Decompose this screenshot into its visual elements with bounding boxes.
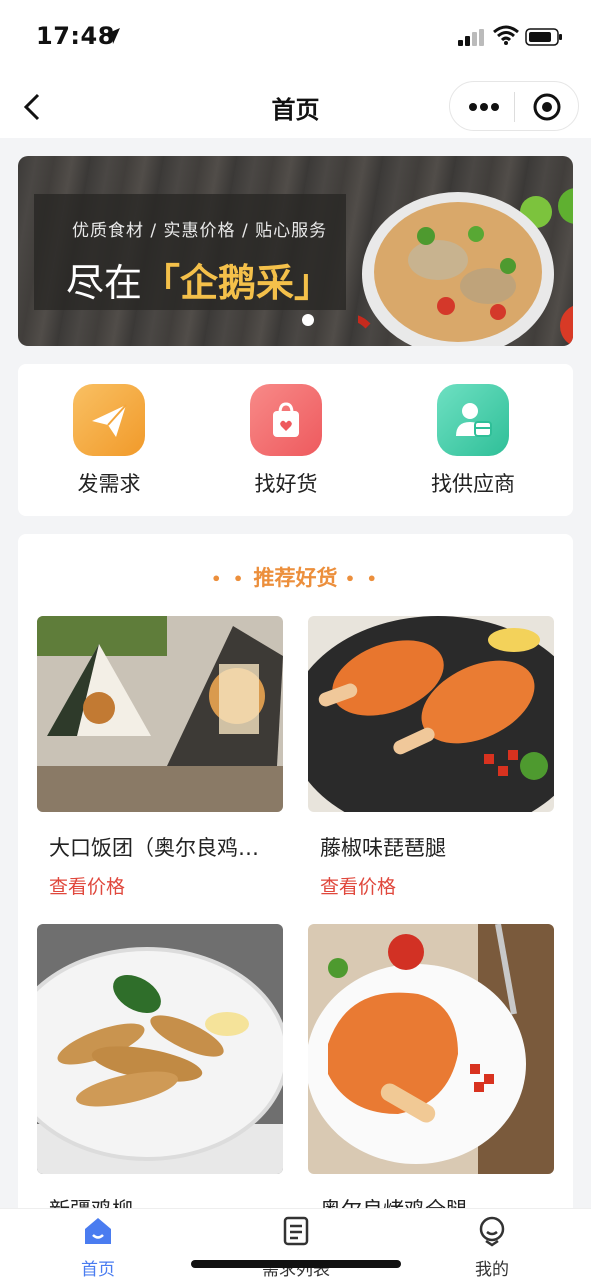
find-goods-button[interactable]: 找好货 bbox=[211, 384, 361, 504]
banner-headline-prefix: 尽在 bbox=[66, 261, 143, 305]
capsule-divider bbox=[514, 92, 515, 122]
tab-home[interactable]: 首页 bbox=[38, 1215, 158, 1280]
recommended-title: • • 推荐好货 • • bbox=[18, 562, 573, 592]
carousel-indicator[interactable] bbox=[302, 314, 314, 326]
tab-demand-list[interactable]: 需求列表 bbox=[236, 1215, 356, 1280]
tab-home-label: 首页 bbox=[81, 1260, 115, 1280]
tab-mine[interactable]: 我的 bbox=[432, 1215, 552, 1280]
location-arrow-icon bbox=[104, 28, 120, 44]
find-supplier-label: 找供应商 bbox=[431, 472, 515, 496]
cellular-signal-icon bbox=[458, 29, 484, 46]
banner-headline: 尽在「企鹅采」 bbox=[66, 252, 332, 307]
list-icon bbox=[283, 1216, 309, 1246]
wifi-icon bbox=[493, 25, 519, 45]
recommended-section: • • 推荐好货 • • 大口饭团（奥尔良鸡… 查看价格 藤椒味琵琶腿 查看价格 bbox=[18, 534, 573, 1254]
shopping-bag-icon bbox=[273, 402, 299, 437]
product-card[interactable]: 大口饭团（奥尔良鸡… 查看价格 bbox=[37, 616, 283, 899]
product-card[interactable]: 新疆鸡柳 bbox=[37, 924, 283, 1234]
post-demand-icon-tile bbox=[73, 384, 145, 456]
view-price-link[interactable]: 查看价格 bbox=[37, 872, 283, 899]
find-supplier-button[interactable]: 找供应商 bbox=[398, 384, 548, 504]
banner-headline-brand: 「企鹅采」 bbox=[142, 261, 333, 305]
banner-tagline: 优质食材 / 实惠价格 / 贴心服务 bbox=[72, 221, 328, 241]
product-card[interactable]: 奥尔良烤鸡全腿 bbox=[308, 924, 554, 1234]
quick-actions-panel: 发需求 找好货 找供应商 bbox=[18, 364, 573, 516]
nav-bar: 首页 bbox=[0, 76, 591, 138]
product-image-drumsticks bbox=[308, 616, 554, 812]
home-indicator bbox=[191, 1260, 401, 1268]
post-demand-button[interactable]: 发需求 bbox=[34, 384, 184, 504]
product-name: 大口饭团（奥尔良鸡… bbox=[49, 836, 259, 860]
find-supplier-icon-tile bbox=[437, 384, 509, 456]
product-image-rice-ball bbox=[37, 616, 283, 812]
food-bowl-image bbox=[358, 188, 573, 346]
home-icon bbox=[85, 1218, 111, 1244]
battery-icon bbox=[525, 28, 562, 46]
product-card[interactable]: 藤椒味琵琶腿 查看价格 bbox=[308, 616, 554, 899]
recommended-title-text: 推荐好货 bbox=[253, 566, 338, 590]
profile-icon bbox=[479, 1216, 505, 1247]
title-decoration-right: • • bbox=[344, 569, 380, 589]
find-goods-icon-tile bbox=[250, 384, 322, 456]
promo-banner[interactable]: 优质食材 / 实惠价格 / 贴心服务 尽在「企鹅采」 bbox=[18, 156, 573, 346]
bottom-tab-bar: 首页 需求列表 我的 bbox=[0, 1208, 591, 1280]
product-name: 藤椒味琵琶腿 bbox=[320, 836, 446, 860]
tab-mine-label: 我的 bbox=[475, 1260, 509, 1280]
title-decoration-left: • • bbox=[211, 569, 247, 589]
status-bar: 17:48 bbox=[0, 0, 591, 76]
product-image-roast-leg bbox=[308, 924, 554, 1174]
close-target-icon[interactable] bbox=[532, 92, 562, 122]
product-image-chicken-strips bbox=[37, 924, 283, 1174]
paper-plane-icon bbox=[92, 404, 127, 437]
post-demand-label: 发需求 bbox=[77, 472, 141, 496]
find-goods-label: 找好货 bbox=[254, 472, 318, 496]
view-price-link[interactable]: 查看价格 bbox=[308, 872, 554, 899]
more-dots-icon[interactable] bbox=[468, 96, 500, 118]
mini-program-capsule bbox=[449, 81, 579, 131]
supplier-icon bbox=[456, 403, 492, 437]
